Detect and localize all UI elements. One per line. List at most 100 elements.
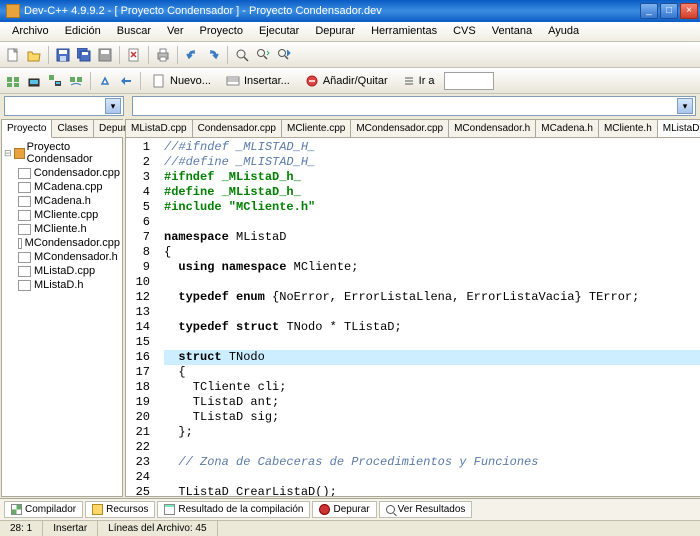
file-icon <box>18 210 31 221</box>
bottom-tab-label: Depurar <box>333 504 369 515</box>
open-icon[interactable] <box>25 46 43 64</box>
project-root-label: Proyecto Condensador <box>27 141 120 165</box>
collapse-icon[interactable]: ⊟ <box>4 148 12 159</box>
editor-area: MListaD.cppCondensador.cppMCliente.cppMC… <box>125 119 700 497</box>
new-dropdown[interactable]: Nuevo... <box>146 71 217 91</box>
goto-button[interactable]: Ir a <box>397 71 441 91</box>
tree-file[interactable]: MListaD.cpp <box>18 264 120 278</box>
side-tabs: ProyectoClasesDepurar <box>2 120 122 138</box>
bug-icon <box>319 504 330 515</box>
minimize-button[interactable]: _ <box>640 3 658 19</box>
editor-tab[interactable]: MListaD.h <box>658 120 700 137</box>
save-all-icon[interactable] <box>75 46 93 64</box>
tree-file-label: Condensador.cpp <box>34 167 120 179</box>
editor-tab[interactable]: MCondensador.h <box>449 120 536 137</box>
menu-buscar[interactable]: Buscar <box>109 22 159 41</box>
file-icon <box>18 196 31 207</box>
bottom-tab-label: Ver Resultados <box>398 504 466 515</box>
side-tab-clases[interactable]: Clases <box>52 120 94 137</box>
file-icon <box>18 280 31 291</box>
menu-edición[interactable]: Edición <box>57 22 109 41</box>
toolbar-build: Nuevo... Insertar... Añadir/Quitar Ir a <box>0 68 700 94</box>
project-root[interactable]: ⊟ Proyecto Condensador <box>4 140 120 166</box>
debug-icon[interactable] <box>96 72 114 90</box>
editor-tab[interactable]: MCliente.h <box>599 120 658 137</box>
mag-icon <box>386 505 395 514</box>
rebuild-icon[interactable] <box>67 72 85 90</box>
undo-icon[interactable] <box>183 46 201 64</box>
save-icon[interactable] <box>54 46 72 64</box>
titlebar: Dev-C++ 4.9.9.2 - [ Proyecto Condensador… <box>0 0 700 22</box>
tree-file-label: MCondensador.cpp <box>25 237 120 249</box>
maximize-button[interactable]: □ <box>660 3 678 19</box>
file-icon <box>18 266 31 277</box>
redo-icon[interactable] <box>204 46 222 64</box>
editor-tabs: MListaD.cppCondensador.cppMCliente.cppMC… <box>126 120 700 138</box>
replace-icon[interactable] <box>254 46 272 64</box>
fold-icon <box>92 504 103 515</box>
menu-ayuda[interactable]: Ayuda <box>540 22 587 41</box>
code-editor[interactable]: 1234567891012131415161718192021222324252… <box>126 138 700 496</box>
tree-file[interactable]: MListaD.h <box>18 278 120 292</box>
goto-label: Ir a <box>419 75 435 87</box>
tree-file[interactable]: MCondensador.h <box>18 250 120 264</box>
status-lines: Líneas del Archivo: 45 <box>98 521 217 536</box>
editor-tab[interactable]: MListaD.cpp <box>126 120 193 137</box>
add-remove-button[interactable]: Añadir/Quitar <box>299 71 394 91</box>
tree-file-label: MCadena.cpp <box>34 181 103 193</box>
status-position: 28: 1 <box>0 521 43 536</box>
editor-tab[interactable]: MCadena.h <box>536 120 599 137</box>
file-icon <box>18 168 31 179</box>
window-title: Dev-C++ 4.9.9.2 - [ Proyecto Condensador… <box>24 5 640 17</box>
code-content[interactable]: //#ifndef _MLISTAD_H_//#define _MLISTAD_… <box>160 138 700 496</box>
bottom-tab-label: Compilador <box>25 504 76 515</box>
find-icon[interactable] <box>233 46 251 64</box>
tree-file[interactable]: MCadena.h <box>18 194 120 208</box>
tree-file[interactable]: MCliente.h <box>18 222 120 236</box>
tree-file-label: MCliente.cpp <box>34 209 98 221</box>
menu-archivo[interactable]: Archivo <box>4 22 57 41</box>
menu-ver[interactable]: Ver <box>159 22 192 41</box>
file-icon <box>18 238 22 249</box>
print-icon[interactable] <box>154 46 172 64</box>
tree-file-label: MCondensador.h <box>34 251 118 263</box>
grid-icon <box>11 504 22 515</box>
save-as-icon[interactable] <box>96 46 114 64</box>
bottom-tabs: CompiladorRecursosResultado de la compil… <box>0 499 700 520</box>
class-combo[interactable]: ▾ <box>4 96 124 116</box>
status-mode: Insertar <box>43 521 98 536</box>
file-icon <box>18 252 31 263</box>
goto-input[interactable] <box>444 72 494 90</box>
editor-tab[interactable]: MCondensador.cpp <box>351 120 449 137</box>
side-tab-proyecto[interactable]: Proyecto <box>2 120 52 138</box>
bottom-tab-label: Resultado de la compilación <box>178 504 303 515</box>
main-area: ProyectoClasesDepurar ⊟ Proyecto Condens… <box>0 118 700 498</box>
menu-depurar[interactable]: Depurar <box>307 22 363 41</box>
project-tree: ⊟ Proyecto Condensador Condensador.cpp MC… <box>2 138 122 496</box>
find-next-icon[interactable] <box>275 46 293 64</box>
insert-button[interactable]: Insertar... <box>220 71 296 91</box>
menu-cvs[interactable]: CVS <box>445 22 484 41</box>
gutter: 1234567891012131415161718192021222324252… <box>126 138 160 496</box>
close-button[interactable]: × <box>680 3 698 19</box>
tree-file[interactable]: Condensador.cpp <box>18 166 120 180</box>
editor-tab[interactable]: Condensador.cpp <box>193 120 282 137</box>
compile-run-icon[interactable] <box>46 72 64 90</box>
menu-proyecto[interactable]: Proyecto <box>192 22 251 41</box>
run-icon[interactable] <box>25 72 43 90</box>
tree-file[interactable]: MCondensador.cpp <box>18 236 120 250</box>
dropdown-icon[interactable]: ▾ <box>105 98 121 114</box>
menu-ventana[interactable]: Ventana <box>484 22 540 41</box>
editor-tab[interactable]: MCliente.cpp <box>282 120 351 137</box>
member-combo[interactable]: ▾ <box>132 96 696 116</box>
close-file-icon[interactable] <box>125 46 143 64</box>
menu-ejecutar[interactable]: Ejecutar <box>251 22 307 41</box>
bookmark-icon[interactable] <box>117 72 135 90</box>
navigator-bar: ▾ ▾ <box>0 94 700 118</box>
compile-icon[interactable] <box>4 72 22 90</box>
dropdown-icon[interactable]: ▾ <box>677 98 693 114</box>
new-file-icon[interactable] <box>4 46 22 64</box>
tree-file[interactable]: MCadena.cpp <box>18 180 120 194</box>
tree-file[interactable]: MCliente.cpp <box>18 208 120 222</box>
menu-herramientas[interactable]: Herramientas <box>363 22 445 41</box>
